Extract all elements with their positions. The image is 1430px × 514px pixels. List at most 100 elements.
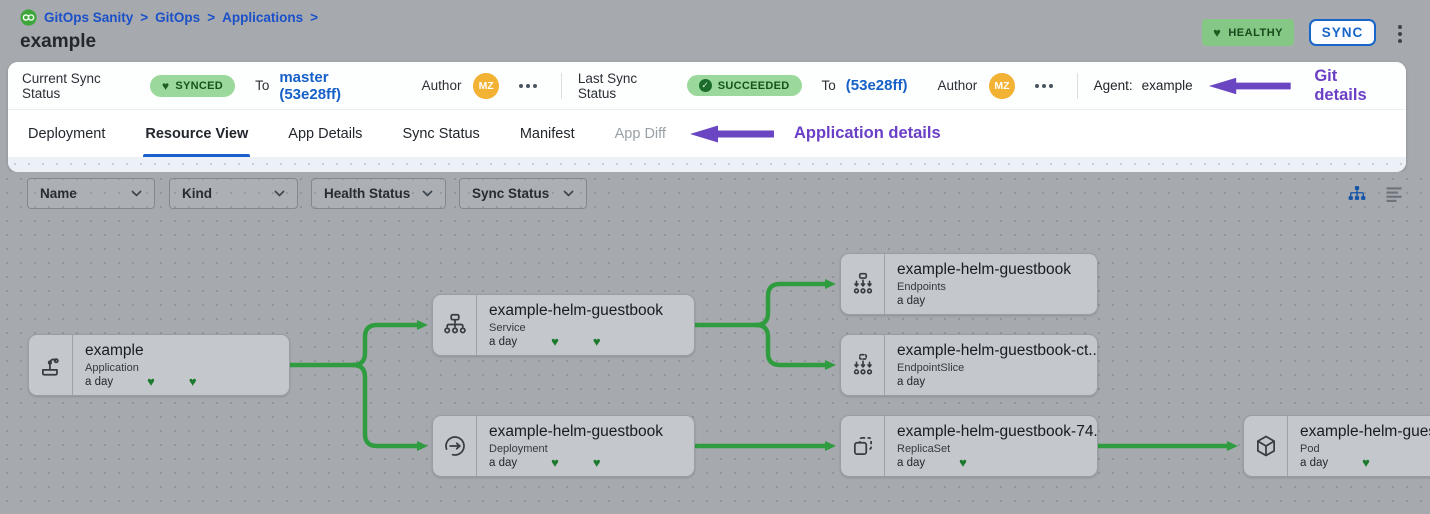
heart-icon: ♥ [1213,25,1221,40]
gitops-logo-icon [20,9,37,26]
resource-node-service[interactable]: example-helm-guestbook Service a day ♥♥ [432,294,695,356]
tab-app-details[interactable]: App Details [268,110,382,157]
node-title: example-helm-guestbook-ct... [897,342,1087,360]
chevron-down-icon [131,190,142,197]
heart-icon: ♥ [147,377,155,387]
current-sync-status-label: Current Sync Status [22,71,140,101]
to-label: To [255,78,269,93]
node-age: a day [489,457,517,469]
kebab-menu-icon[interactable] [1396,23,1404,45]
more-options-icon[interactable] [1033,80,1055,92]
current-revision-link[interactable]: master (53e28ff) [279,69,391,103]
list-view-toggle[interactable] [1383,183,1405,205]
filter-kind-label: Kind [182,186,212,201]
node-health-hearts: ♥ [959,458,967,468]
last-revision-link[interactable]: (53e28ff) [846,77,908,94]
node-title: example-helm-guestbook [489,423,663,441]
endpointslice-icon [841,335,885,395]
heart-icon: ♥ [189,377,197,387]
author-label: Author [937,78,977,93]
tree-view-icon [1347,184,1367,204]
divider [1077,73,1078,99]
filter-sync-status-dropdown[interactable]: Sync Status [459,178,587,209]
breadcrumb-separator: > [140,10,148,25]
breadcrumb-item-gitops[interactable]: GitOps [155,10,200,25]
node-title: example-helm-guestbook [489,302,663,320]
node-age: a day [1300,457,1328,469]
sync-button[interactable]: SYNC [1309,19,1376,46]
node-kind: EndpointSlice [897,362,1087,374]
heart-icon: ♥ [1362,458,1370,468]
node-age: a day [897,457,925,469]
filter-name-dropdown[interactable]: Name [27,178,155,209]
gitops-app-page: { "icons": { "heart": "♥", "check": "✓" … [0,0,1430,514]
filter-name-label: Name [40,186,77,201]
to-label: To [822,78,836,93]
resource-node-application[interactable]: example Application a day ♥♥ [28,334,290,396]
heart-icon: ♥ [551,458,559,468]
resource-node-deployment[interactable]: example-helm-guestbook Deployment a day … [432,415,695,477]
resource-node-endpoints[interactable]: example-helm-guestbook Endpoints a day [840,253,1098,315]
heart-icon: ♥ [593,337,601,347]
node-kind: Application [85,362,197,374]
breadcrumb-item-gitops-sanity[interactable]: GitOps Sanity [44,10,133,25]
succeeded-badge-label: SUCCEEDED [718,80,790,92]
tab-resource-view[interactable]: Resource View [125,110,268,157]
author-label: Author [422,78,462,93]
resource-node-pod[interactable]: example-helm-guest Pod a day ♥ [1243,415,1430,477]
node-kind: ReplicaSet [897,443,1087,455]
endpoints-icon [841,254,885,314]
node-title: example-helm-guest [1300,423,1430,441]
breadcrumb: GitOps Sanity > GitOps > Applications > [20,9,318,26]
divider [561,73,562,99]
tab-manifest[interactable]: Manifest [500,110,595,157]
author-avatar: MZ [989,73,1014,99]
succeeded-badge: ✓ SUCCEEDED [687,75,802,96]
filter-health-status-dropdown[interactable]: Health Status [311,178,446,209]
replicaset-icon [841,416,885,476]
card-footer-strip [8,157,1406,172]
node-age: a day [897,376,925,388]
author-avatar: MZ [473,73,498,99]
more-options-icon[interactable] [517,80,539,92]
filter-kind-dropdown[interactable]: Kind [169,178,298,209]
node-age: a day [897,295,925,307]
node-title: example-helm-guestbook-74... [897,423,1087,441]
breadcrumb-separator: > [310,10,318,25]
resource-node-endpointslice[interactable]: example-helm-guestbook-ct... EndpointSli… [840,334,1098,396]
sync-status-bar: Current Sync Status ♥ SYNCED To master (… [8,62,1406,110]
tab-app-diff[interactable]: App Diff [595,110,686,157]
tabs-bar: Deployment Resource View App Details Syn… [8,110,1406,157]
application-details-annotation: Application details [688,110,941,157]
tab-deployment[interactable]: Deployment [8,110,125,157]
tree-view-toggle[interactable] [1346,183,1368,205]
breadcrumb-separator: > [207,10,215,25]
node-kind: Deployment [489,443,663,455]
synced-badge: ♥ SYNCED [150,75,235,97]
app-header-card: Current Sync Status ♥ SYNCED To master (… [8,62,1406,172]
resource-tree-canvas: Name Kind Health Status Sync Status [0,172,1430,514]
node-health-hearts: ♥♥ [551,458,600,468]
heart-icon: ♥ [959,458,967,468]
git-details-annotation: Git details [1207,67,1392,105]
chevron-down-icon [422,190,433,197]
filter-sync-status-label: Sync Status [472,186,549,201]
agent-label: Agent: [1094,78,1133,93]
chevron-down-icon [274,190,285,197]
node-age: a day [85,376,113,388]
list-view-icon [1384,184,1404,204]
node-health-hearts: ♥♥ [551,337,600,347]
arrow-left-icon [688,123,776,145]
git-details-annotation-text: Git details [1314,67,1392,105]
service-icon [433,295,477,355]
last-sync-status-label: Last Sync Status [578,71,677,101]
tab-sync-status[interactable]: Sync Status [382,110,499,157]
node-health-hearts: ♥♥ [147,377,196,387]
deployment-icon [433,416,477,476]
breadcrumb-item-applications[interactable]: Applications [222,10,303,25]
chevron-down-icon [563,190,574,197]
arrow-left-icon [1207,75,1293,97]
resource-node-replicaset[interactable]: example-helm-guestbook-74... ReplicaSet … [840,415,1098,477]
node-health-hearts: ♥ [1362,458,1370,468]
application-details-annotation-text: Application details [794,124,941,143]
